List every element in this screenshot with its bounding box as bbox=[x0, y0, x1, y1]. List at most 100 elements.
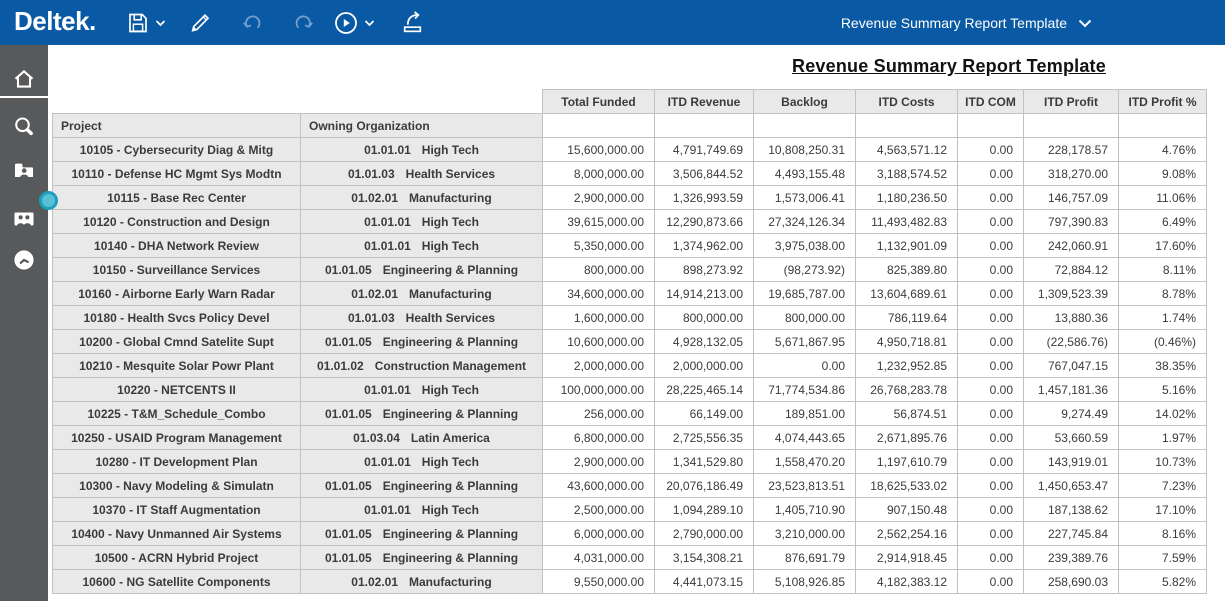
itd-profit-cell: 1,457,181.36 bbox=[1024, 378, 1119, 402]
undo-icon bbox=[241, 11, 265, 35]
home-icon[interactable] bbox=[12, 67, 36, 91]
owning-org-cell: 01.01.01High Tech bbox=[301, 450, 543, 474]
owning-org-cell: 01.01.01High Tech bbox=[301, 138, 543, 162]
table-row[interactable]: 10370 - IT Staff Augmentation01.01.01Hig… bbox=[53, 498, 1207, 522]
itd-profit-pct-cell: 9.08% bbox=[1119, 162, 1207, 186]
template-selector[interactable]: Revenue Summary Report Template bbox=[841, 0, 1092, 45]
table-row[interactable]: 10400 - Navy Unmanned Air Systems01.01.0… bbox=[53, 522, 1207, 546]
itd-costs-cell: 3,188,574.52 bbox=[856, 162, 958, 186]
sidebar-divider bbox=[0, 96, 48, 98]
itd-com-cell: 0.00 bbox=[958, 498, 1024, 522]
column-header: ITD Revenue bbox=[655, 90, 754, 114]
itd-costs-cell: 786,119.64 bbox=[856, 306, 958, 330]
table-row[interactable]: 10210 - Mesquite Solar Powr Plant01.01.0… bbox=[53, 354, 1207, 378]
itd-revenue-cell: 2,790,000.00 bbox=[655, 522, 754, 546]
report-table: Total FundedITD RevenueBacklogITD CostsI… bbox=[52, 89, 1207, 594]
total-funded-cell: 6,800,000.00 bbox=[543, 426, 655, 450]
table-row[interactable]: 10250 - USAID Program Management01.03.04… bbox=[53, 426, 1207, 450]
report-area: Revenue Summary Report Template Total Fu… bbox=[48, 45, 1225, 614]
project-cell: 10105 - Cybersecurity Diag & Mitg bbox=[53, 138, 301, 162]
itd-profit-cell: 239,389.76 bbox=[1024, 546, 1119, 570]
project-cell: 10225 - T&M_Schedule_Combo bbox=[53, 402, 301, 426]
owning-org-cell: 01.01.05Engineering & Planning bbox=[301, 522, 543, 546]
export-button[interactable] bbox=[400, 10, 425, 35]
itd-profit-cell: (22,586.76) bbox=[1024, 330, 1119, 354]
itd-com-cell: 0.00 bbox=[958, 138, 1024, 162]
itd-revenue-cell: 1,374,962.00 bbox=[655, 234, 754, 258]
itd-costs-cell: 2,562,254.16 bbox=[856, 522, 958, 546]
itd-revenue-cell: 28,225,465.14 bbox=[655, 378, 754, 402]
column-header: ITD COM bbox=[958, 90, 1024, 114]
directory-icon[interactable] bbox=[12, 206, 36, 230]
itd-com-cell: 0.00 bbox=[958, 402, 1024, 426]
table-row[interactable]: 10180 - Health Svcs Policy Devel01.01.03… bbox=[53, 306, 1207, 330]
owning-org-cell: 01.01.05Engineering & Planning bbox=[301, 258, 543, 282]
project-cell: 10300 - Navy Modeling & Simulatn bbox=[53, 474, 301, 498]
table-row[interactable]: 10600 - NG Satellite Components01.02.01M… bbox=[53, 570, 1207, 594]
export-icon bbox=[400, 10, 425, 35]
report-table-body: Total FundedITD RevenueBacklogITD CostsI… bbox=[53, 90, 1207, 594]
itd-revenue-cell: 12,290,873.66 bbox=[655, 210, 754, 234]
sidebar-resize-handle[interactable] bbox=[39, 191, 58, 210]
table-row[interactable]: 10160 - Airborne Early Warn Radar01.02.0… bbox=[53, 282, 1207, 306]
itd-revenue-cell: 4,928,132.05 bbox=[655, 330, 754, 354]
owning-org-cell: 01.01.01High Tech bbox=[301, 234, 543, 258]
total-funded-cell: 2,000,000.00 bbox=[543, 354, 655, 378]
itd-com-cell: 0.00 bbox=[958, 546, 1024, 570]
itd-revenue-cell: 2,000,000.00 bbox=[655, 354, 754, 378]
left-header-row: ProjectOwning Organization bbox=[53, 114, 1207, 138]
project-cell: 10120 - Construction and Design bbox=[53, 210, 301, 234]
itd-profit-pct-cell: 17.10% bbox=[1119, 498, 1207, 522]
run-play-icon bbox=[333, 10, 359, 36]
itd-costs-cell: 13,604,689.61 bbox=[856, 282, 958, 306]
table-row[interactable]: 10225 - T&M_Schedule_Combo01.01.05Engine… bbox=[53, 402, 1207, 426]
backlog-cell: 800,000.00 bbox=[754, 306, 856, 330]
itd-costs-cell: 1,197,610.79 bbox=[856, 450, 958, 474]
itd-com-cell: 0.00 bbox=[958, 234, 1024, 258]
table-row[interactable]: 10220 - NETCENTS II01.01.01High Tech100,… bbox=[53, 378, 1207, 402]
total-funded-cell: 800,000.00 bbox=[543, 258, 655, 282]
backlog-cell: 71,774,534.86 bbox=[754, 378, 856, 402]
my-menu-icon[interactable] bbox=[12, 158, 36, 182]
itd-profit-pct-cell: (0.46%) bbox=[1119, 330, 1207, 354]
run-button[interactable] bbox=[333, 10, 375, 35]
total-funded-cell: 2,900,000.00 bbox=[543, 450, 655, 474]
table-row[interactable]: 10280 - IT Development Plan01.01.01High … bbox=[53, 450, 1207, 474]
owning-org-cell: 01.01.01High Tech bbox=[301, 378, 543, 402]
table-row[interactable]: 10200 - Global Cmnd Satelite Supt01.01.0… bbox=[53, 330, 1207, 354]
undo-button[interactable] bbox=[241, 10, 265, 35]
itd-revenue-cell: 1,341,529.80 bbox=[655, 450, 754, 474]
itd-profit-pct-cell: 38.35% bbox=[1119, 354, 1207, 378]
project-cell: 10220 - NETCENTS II bbox=[53, 378, 301, 402]
itd-com-cell: 0.00 bbox=[958, 330, 1024, 354]
total-funded-cell: 39,615,000.00 bbox=[543, 210, 655, 234]
backlog-cell: 1,558,470.20 bbox=[754, 450, 856, 474]
column-header: Owning Organization bbox=[301, 114, 543, 138]
save-button[interactable] bbox=[126, 10, 166, 35]
itd-revenue-cell: 4,791,749.69 bbox=[655, 138, 754, 162]
table-row[interactable]: 10105 - Cybersecurity Diag & Mitg01.01.0… bbox=[53, 138, 1207, 162]
itd-profit-pct-cell: 1.97% bbox=[1119, 426, 1207, 450]
table-row[interactable]: 10115 - Base Rec Center01.02.01Manufactu… bbox=[53, 186, 1207, 210]
table-row[interactable]: 10150 - Surveillance Services01.01.05Eng… bbox=[53, 258, 1207, 282]
table-row[interactable]: 10500 - ACRN Hybrid Project01.01.05Engin… bbox=[53, 546, 1207, 570]
column-header: ITD Profit bbox=[1024, 90, 1119, 114]
backlog-cell: 10,808,250.31 bbox=[754, 138, 856, 162]
itd-profit-cell: 1,450,653.47 bbox=[1024, 474, 1119, 498]
table-row[interactable]: 10300 - Navy Modeling & Simulatn01.01.05… bbox=[53, 474, 1207, 498]
total-funded-cell: 4,031,000.00 bbox=[543, 546, 655, 570]
table-row[interactable]: 10140 - DHA Network Review01.01.01High T… bbox=[53, 234, 1207, 258]
total-funded-cell: 8,000,000.00 bbox=[543, 162, 655, 186]
project-cell: 10110 - Defense HC Mgmt Sys Modtn bbox=[53, 162, 301, 186]
itd-revenue-cell: 66,149.00 bbox=[655, 402, 754, 426]
search-icon[interactable] bbox=[12, 115, 36, 139]
history-icon[interactable] bbox=[12, 248, 36, 272]
redo-button[interactable] bbox=[291, 10, 315, 35]
itd-profit-cell: 143,919.01 bbox=[1024, 450, 1119, 474]
owning-org-cell: 01.01.05Engineering & Planning bbox=[301, 474, 543, 498]
total-funded-cell: 256,000.00 bbox=[543, 402, 655, 426]
table-row[interactable]: 10120 - Construction and Design01.01.01H… bbox=[53, 210, 1207, 234]
itd-profit-cell: 242,060.91 bbox=[1024, 234, 1119, 258]
edit-button[interactable] bbox=[188, 10, 213, 35]
table-row[interactable]: 10110 - Defense HC Mgmt Sys Modtn01.01.0… bbox=[53, 162, 1207, 186]
